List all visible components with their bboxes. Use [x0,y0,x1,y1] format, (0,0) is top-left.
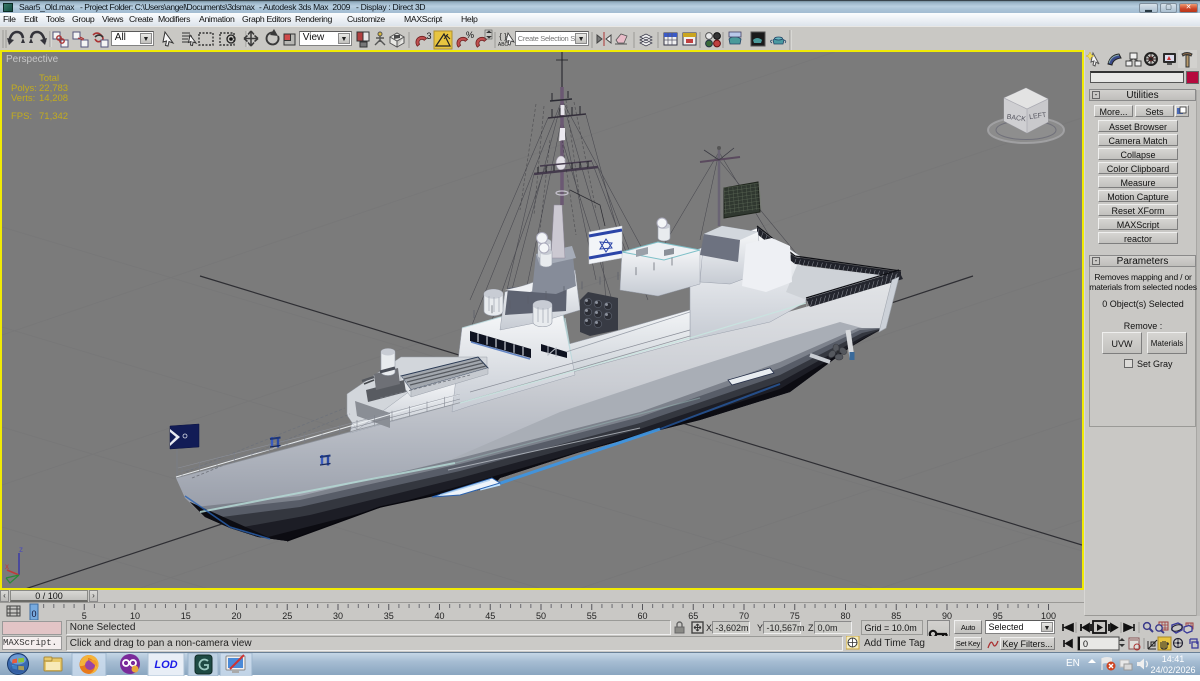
svg-text:z: z [19,545,23,554]
svg-text:ABC: ABC [498,42,509,48]
svg-text:{ }: { } [499,32,507,41]
svg-text:3: 3 [426,31,431,41]
svg-text:0: 0 [31,609,36,619]
svg-text:LOD: LOD [154,659,177,671]
svg-text:%: % [466,30,474,40]
svg-text:x: x [5,562,9,571]
svg-text:0: 0 [1083,639,1088,649]
